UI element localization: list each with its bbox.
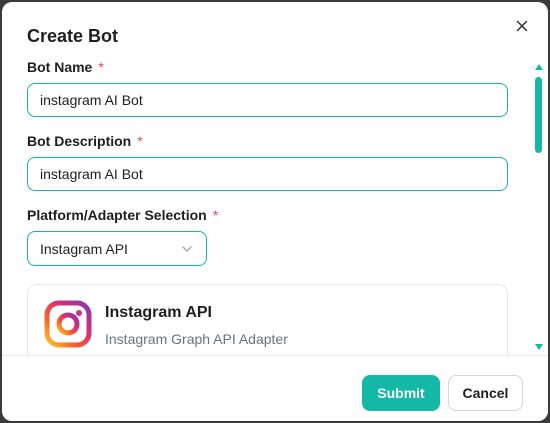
instagram-icon bbox=[44, 300, 92, 348]
required-mark: * bbox=[137, 133, 143, 149]
platform-select-value: Instagram API bbox=[40, 240, 128, 257]
dialog-title: Create Bot bbox=[27, 26, 119, 46]
platform-label: Platform/Adapter Selection * bbox=[27, 207, 218, 223]
bot-name-label-text: Bot Name bbox=[27, 59, 93, 75]
required-mark: * bbox=[98, 59, 104, 75]
scroll-up-arrow-icon[interactable] bbox=[535, 64, 543, 70]
chevron-down-icon bbox=[182, 245, 192, 252]
platform-label-text: Platform/Adapter Selection bbox=[27, 207, 207, 223]
bot-description-label-text: Bot Description bbox=[27, 133, 132, 149]
scrollbar-thumb[interactable] bbox=[535, 77, 542, 153]
bot-description-input[interactable] bbox=[27, 157, 508, 191]
cancel-button[interactable]: Cancel bbox=[448, 375, 523, 411]
platform-card-subtitle: Instagram Graph API Adapter bbox=[105, 331, 288, 347]
create-bot-dialog: Create Bot Bot Name * Bot Description * Pl… bbox=[2, 2, 548, 421]
platform-select[interactable]: Instagram API bbox=[27, 231, 207, 266]
dialog-footer: Submit Cancel bbox=[2, 355, 548, 421]
bot-name-input[interactable] bbox=[27, 83, 508, 117]
bot-name-label: Bot Name * bbox=[27, 59, 104, 75]
submit-button[interactable]: Submit bbox=[362, 375, 440, 411]
bot-description-label: Bot Description * bbox=[27, 133, 143, 149]
close-button[interactable] bbox=[512, 16, 532, 36]
scrollbar[interactable] bbox=[532, 60, 546, 356]
scroll-down-arrow-icon[interactable] bbox=[535, 344, 543, 350]
required-mark: * bbox=[212, 207, 219, 223]
close-icon bbox=[516, 20, 528, 32]
platform-card-title: Instagram API bbox=[105, 304, 212, 321]
